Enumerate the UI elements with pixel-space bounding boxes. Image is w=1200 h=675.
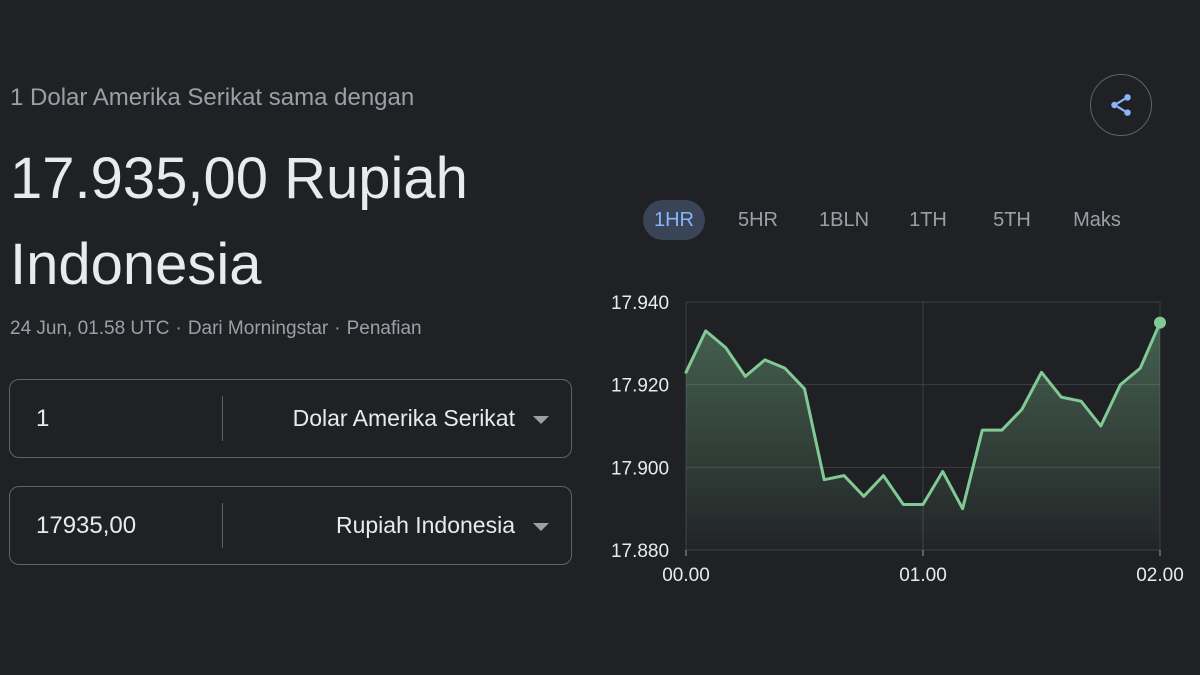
to-currency-select[interactable]: Rupiah Indonesia bbox=[336, 487, 515, 564]
x-tick-label: 01.00 bbox=[899, 565, 947, 586]
tab-1hr[interactable]: 1HR bbox=[643, 200, 705, 240]
source-link[interactable]: Dari Morningstar bbox=[188, 318, 328, 339]
y-tick-label: 17.880 bbox=[611, 541, 669, 562]
to-amount-input[interactable]: 17935,00 bbox=[36, 487, 136, 564]
converter-divider bbox=[222, 503, 223, 548]
chevron-down-icon[interactable] bbox=[533, 523, 549, 531]
meta-separator: · bbox=[334, 318, 341, 339]
timestamp: 24 Jun, 01.58 UTC bbox=[10, 318, 170, 339]
converter-divider bbox=[222, 396, 223, 441]
tab-5th[interactable]: 5TH bbox=[980, 200, 1044, 240]
rate-line-2: Indonesia bbox=[10, 232, 262, 297]
exchange-rate-value: 17.935,00 Rupiah Indonesia bbox=[10, 136, 570, 308]
meta-separator: · bbox=[175, 318, 182, 339]
y-tick-label: 17.920 bbox=[611, 376, 669, 397]
tab-1bln[interactable]: 1BLN bbox=[808, 200, 880, 240]
from-currency-select[interactable]: Dolar Amerika Serikat bbox=[293, 380, 515, 457]
x-tick-label: 00.00 bbox=[662, 565, 710, 586]
conversion-subtitle: 1 Dolar Amerika Serikat sama dengan bbox=[10, 84, 415, 111]
rate-line-1: 17.935,00 Rupiah bbox=[10, 146, 468, 211]
y-tick-label: 17.940 bbox=[611, 293, 669, 314]
disclaimer-link[interactable]: Penafian bbox=[347, 318, 422, 339]
price-chart[interactable]: 17.940 17.920 17.900 17.880 00.00 01.00 02.00 bbox=[590, 280, 1200, 590]
rate-meta: 24 Jun, 01.58 UTC · Dari Morningstar · Penaf… bbox=[10, 318, 422, 340]
current-price-dot bbox=[1154, 316, 1166, 329]
share-icon bbox=[1111, 94, 1131, 116]
tab-maks[interactable]: Maks bbox=[1064, 200, 1130, 240]
to-converter: 17935,00 Rupiah Indonesia bbox=[9, 486, 572, 565]
from-amount-input[interactable]: 1 bbox=[36, 380, 49, 457]
tab-5hr[interactable]: 5HR bbox=[726, 200, 790, 240]
from-converter: 1 Dolar Amerika Serikat bbox=[9, 379, 572, 458]
chevron-down-icon[interactable] bbox=[533, 416, 549, 424]
tab-1th[interactable]: 1TH bbox=[897, 200, 959, 240]
share-button[interactable] bbox=[1090, 74, 1152, 136]
y-tick-label: 17.900 bbox=[611, 458, 669, 479]
x-tick-label: 02.00 bbox=[1136, 565, 1184, 586]
